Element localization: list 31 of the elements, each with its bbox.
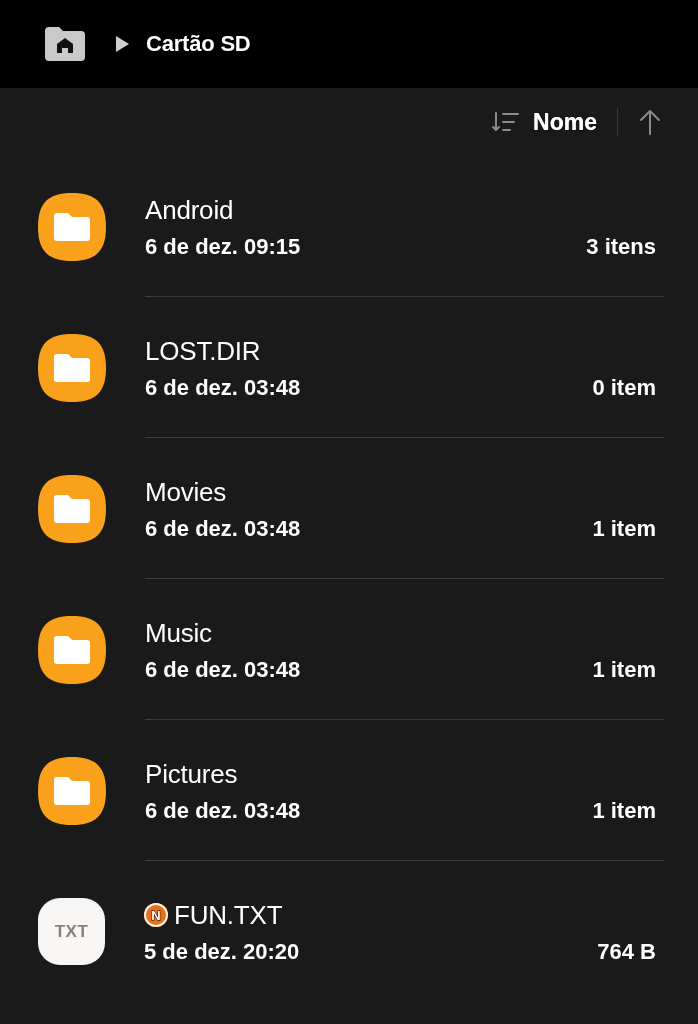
file-size: 0 item [592,373,656,402]
breadcrumb[interactable]: Cartão SD [146,30,251,58]
file-name[interactable]: Android [145,193,234,226]
file-size: 764 B [597,938,656,966]
folder-icon [38,192,106,261]
file-size: 1 item [592,655,656,684]
home-button[interactable] [45,27,85,61]
file-date: 5 de dez. 20:20 [144,938,300,966]
file-date: 6 de dez. 03:48 [145,655,301,684]
text-file-icon: TXT [38,898,105,965]
sort-button[interactable]: Nome [492,108,597,136]
triangle-icon [116,36,129,52]
file-date: 6 de dez. 09:15 [145,232,301,261]
file-date: 6 de dez. 03:48 [145,373,301,402]
file-size: 1 item [592,796,656,825]
folder-icon [38,474,106,543]
folder-icon [38,615,106,684]
file-date: 6 de dez. 03:48 [145,796,301,825]
file-size: 1 item [592,514,656,543]
file-name[interactable]: LOST.DIR [145,334,261,367]
file-name[interactable]: FUN.TXT [174,899,283,931]
folder-icon [38,333,106,402]
badge-icon: N [144,903,168,927]
file-size: 3 itens [586,232,656,261]
folder-icon [38,756,106,825]
file-name[interactable]: Music [145,616,212,649]
sort-direction-button[interactable] [639,109,661,135]
file-name[interactable]: Movies [145,475,227,508]
file-date: 6 de dez. 03:48 [145,514,301,543]
file-name[interactable]: Pictures [145,757,238,790]
sort-icon [492,111,520,133]
